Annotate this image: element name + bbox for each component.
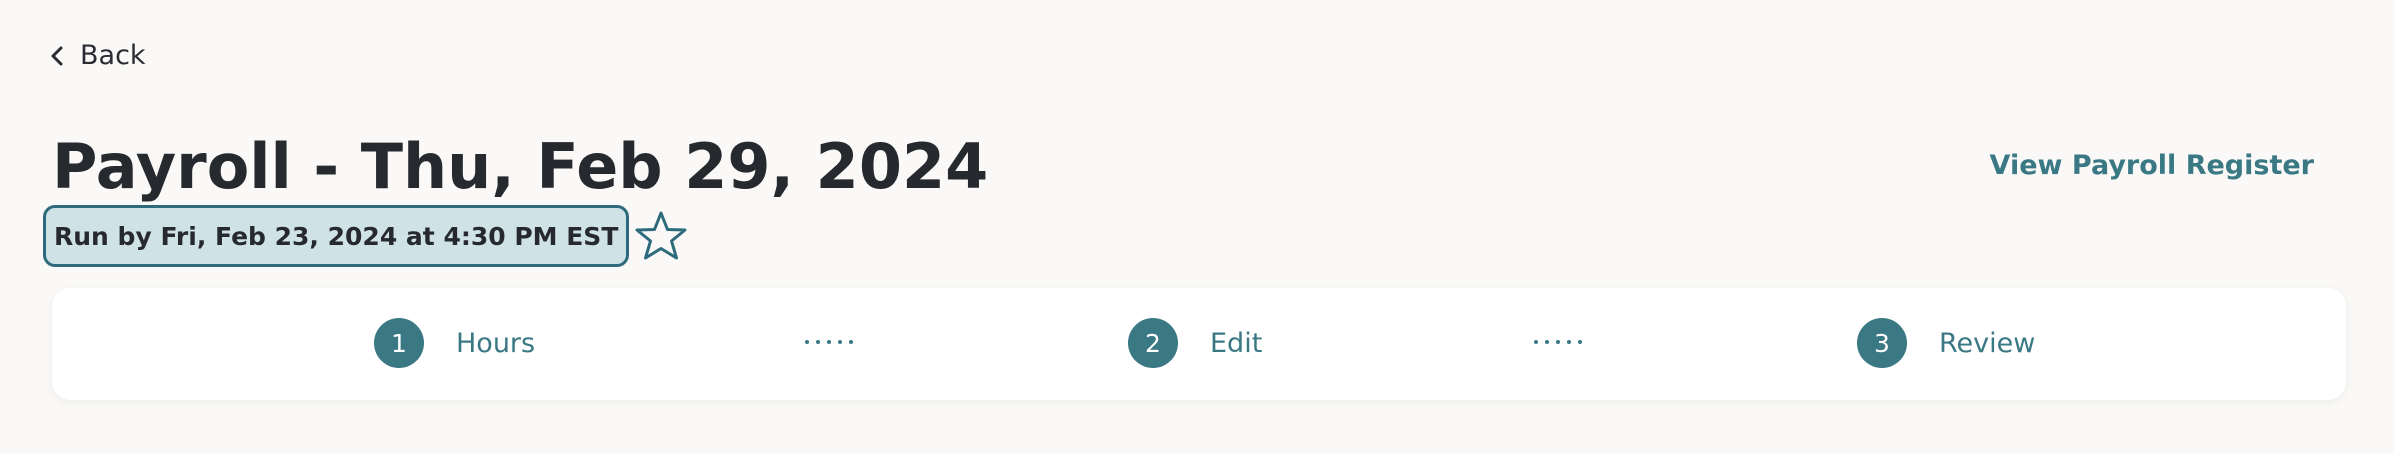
back-label: Back [80,40,146,71]
step-connector [1534,340,1582,344]
run-by-row: Run by Fri, Feb 23, 2024 at 4:30 PM EST [43,205,687,267]
star-outline-icon[interactable] [635,210,687,262]
step-number-badge: 1 [374,318,424,368]
page-title: Payroll - Thu, Feb 29, 2024 [52,130,989,203]
back-link[interactable]: Back [48,40,146,71]
step-hours[interactable]: 1 Hours [374,318,535,368]
payroll-page: Back Payroll - Thu, Feb 29, 2024 View Pa… [0,0,2394,454]
step-review[interactable]: 3 Review [1857,318,2035,368]
view-payroll-register-link[interactable]: View Payroll Register [1990,150,2314,181]
step-number-badge: 2 [1128,318,1178,368]
step-edit[interactable]: 2 Edit [1128,318,1262,368]
step-number-badge: 3 [1857,318,1907,368]
step-label: Review [1939,327,2036,359]
payroll-stepper: 1 Hours 2 Edit 3 Review [52,288,2346,400]
run-by-badge: Run by Fri, Feb 23, 2024 at 4:30 PM EST [43,205,630,267]
chevron-left-icon [48,46,66,65]
step-connector [805,340,853,344]
step-label: Hours [456,327,536,359]
step-label: Edit [1210,327,1263,359]
